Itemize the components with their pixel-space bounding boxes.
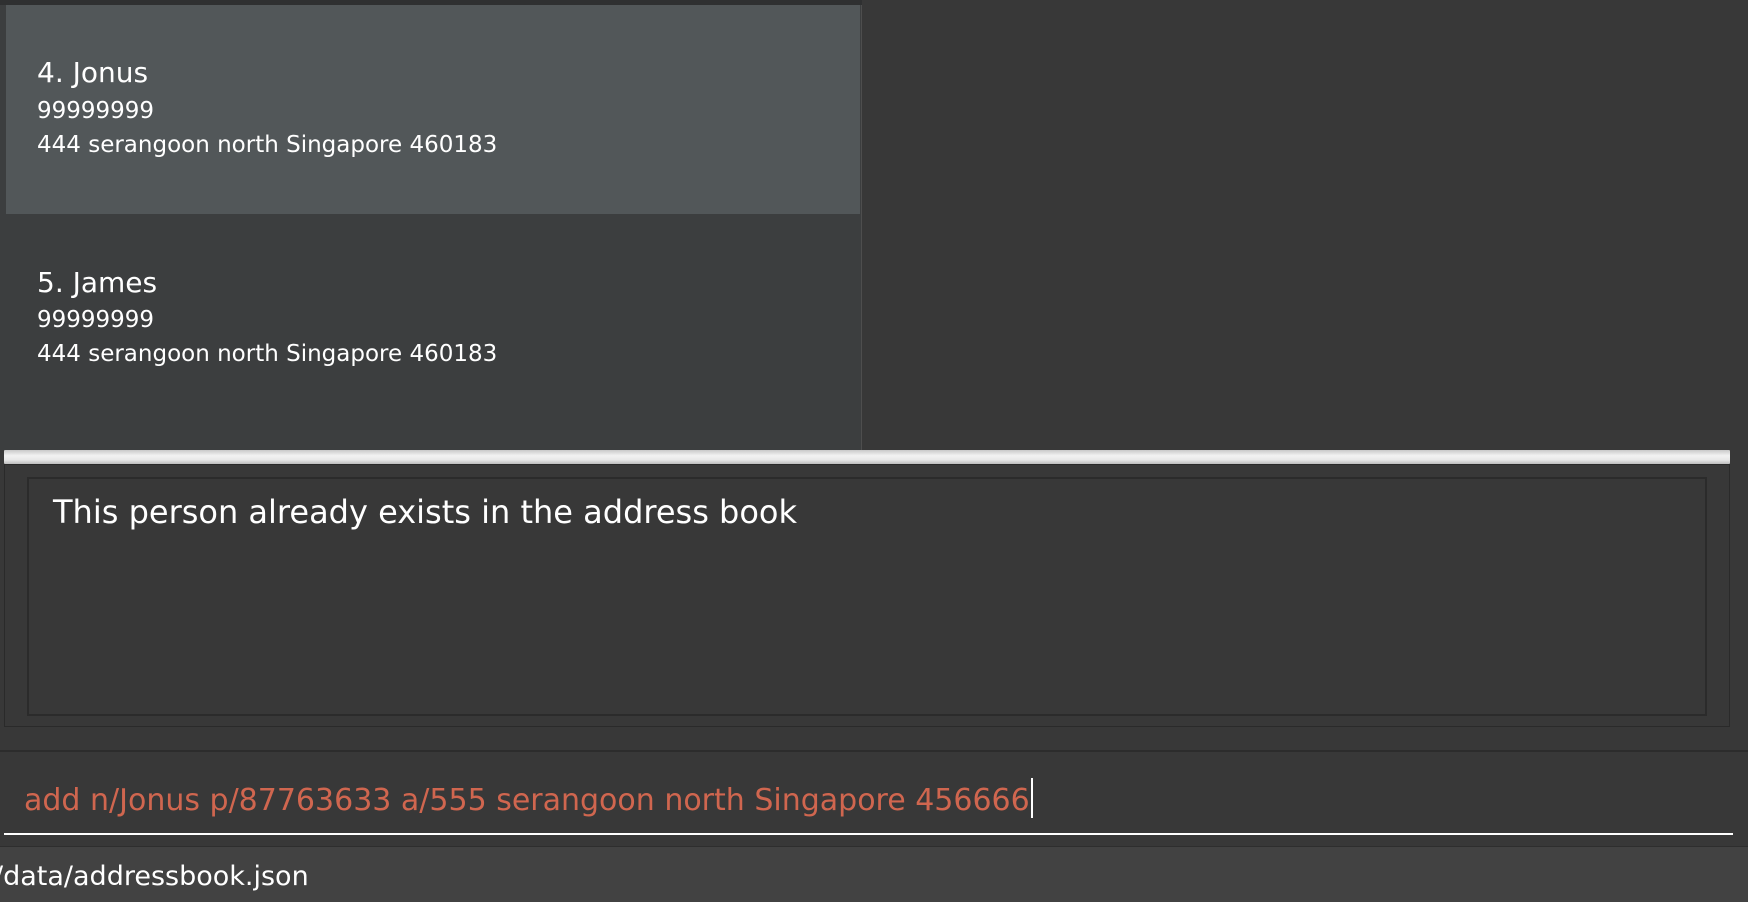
text-caret bbox=[1030, 778, 1033, 818]
person-card-name: 4. Jonus bbox=[37, 56, 149, 89]
details-panel bbox=[862, 0, 1748, 450]
split-pane-divider[interactable] bbox=[4, 450, 1730, 464]
result-message: This person already exists in the addres… bbox=[53, 493, 798, 531]
status-bar: /data/addressbook.json bbox=[0, 846, 1748, 902]
command-box-container: add n/Jonus p/87763633 a/555 serangoon n… bbox=[0, 750, 1748, 846]
person-card-address: 444 serangoon north Singapore 460183 bbox=[37, 132, 498, 158]
person-list-panel[interactable]: 4. Jonus 99999999 444 serangoon north Si… bbox=[0, 0, 862, 450]
person-card-phone: 99999999 bbox=[37, 98, 155, 124]
person-card[interactable]: 5. James 99999999 444 serangoon north Si… bbox=[6, 214, 860, 423]
result-display-container: This person already exists in the addres… bbox=[4, 464, 1730, 727]
save-location-label: /data/addressbook.json bbox=[0, 861, 309, 892]
person-card-phone: 99999999 bbox=[37, 307, 155, 333]
result-display[interactable]: This person already exists in the addres… bbox=[27, 477, 1707, 716]
person-card[interactable]: 4. Jonus 99999999 444 serangoon north Si… bbox=[6, 5, 860, 214]
person-card-address: 444 serangoon north Singapore 460183 bbox=[37, 341, 498, 367]
command-input-value: add n/Jonus p/87763633 a/555 serangoon n… bbox=[24, 783, 1030, 818]
person-card-name: 5. James bbox=[37, 266, 158, 299]
command-input-text: add n/Jonus p/87763633 a/555 serangoon n… bbox=[24, 778, 1033, 818]
